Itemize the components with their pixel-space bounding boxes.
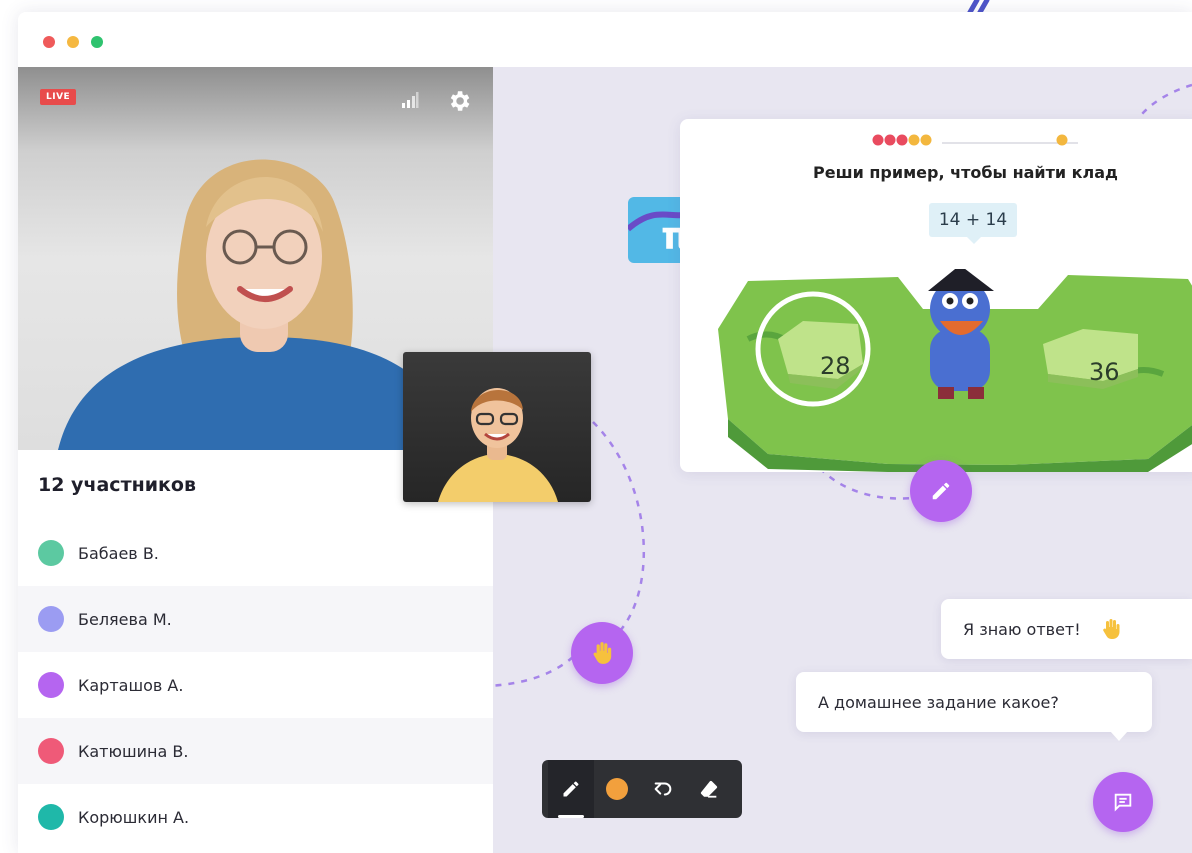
chat-message-text: Я знаю ответ!: [963, 619, 1081, 639]
window-maximize-button[interactable]: [91, 36, 103, 48]
participant-item[interactable]: Бабаев В.: [18, 520, 493, 586]
math-game-card: Реши пример, чтобы найти клад 14 + 14 28…: [680, 119, 1192, 472]
progress-fruits: [872, 134, 1078, 146]
pen-icon: [563, 781, 579, 797]
task-title: Реши пример, чтобы найти клад: [813, 163, 1118, 182]
answer-option[interactable]: 28: [820, 352, 851, 380]
eraser-button[interactable]: [686, 760, 732, 818]
chat-message: А домашнее задание какое?: [796, 672, 1152, 741]
participant-item[interactable]: Корюшкин А.: [18, 784, 493, 850]
hand-icon: [593, 642, 612, 664]
window-minimize-button[interactable]: [67, 36, 79, 48]
answer-option[interactable]: 36: [1089, 358, 1120, 386]
participant-avatar: [38, 540, 64, 566]
chat-button[interactable]: [1093, 772, 1153, 832]
participants-count: 12 участников: [38, 474, 196, 496]
participant-name: Корюшкин А.: [78, 807, 190, 827]
window-close-button[interactable]: [43, 36, 55, 48]
eraser-icon: [700, 780, 718, 798]
color-picker-button[interactable]: [594, 760, 640, 818]
bubble-tail: [1110, 731, 1128, 741]
math-expression: 14 + 14: [929, 203, 1017, 244]
participant-name: Бабаев В.: [78, 543, 159, 563]
classroom-area: LIVE 12 участников Бабаев В. Беляева М. …: [18, 67, 1192, 853]
hand-icon: [1102, 619, 1120, 639]
participant-item[interactable]: Катюшина В.: [18, 718, 493, 784]
undo-icon: [654, 782, 672, 796]
participant-name: Карташов А.: [78, 675, 184, 695]
participant-item[interactable]: Карташов А.: [18, 652, 493, 718]
chat-message-text: А домашнее задание какое?: [818, 692, 1059, 712]
chat-icon: [1114, 793, 1132, 812]
chat-message: Я знаю ответ!: [941, 599, 1192, 659]
app-window: LIVE 12 участников Бабаев В. Беляева М. …: [18, 12, 1192, 853]
participant-name: Беляева М.: [78, 609, 172, 629]
pen-tool-button[interactable]: [548, 760, 594, 818]
participant-avatar: [38, 804, 64, 830]
drawing-toolbar: [542, 760, 742, 818]
participants-list: Бабаев В. Беляева М. Карташов А. Катюшин…: [18, 520, 493, 850]
draw-button[interactable]: [910, 460, 972, 522]
student-video[interactable]: [403, 352, 591, 502]
raise-hand-button[interactable]: [571, 622, 633, 684]
pencil-icon: [932, 482, 950, 500]
participant-item[interactable]: Беляева М.: [18, 586, 493, 652]
color-swatch: [606, 778, 628, 800]
participant-name: Катюшина В.: [78, 741, 189, 761]
undo-button[interactable]: [640, 760, 686, 818]
participant-avatar: [38, 606, 64, 632]
participant-avatar: [38, 738, 64, 764]
student-portrait: [438, 388, 558, 502]
title-bar: [18, 12, 1192, 67]
participant-avatar: [38, 672, 64, 698]
